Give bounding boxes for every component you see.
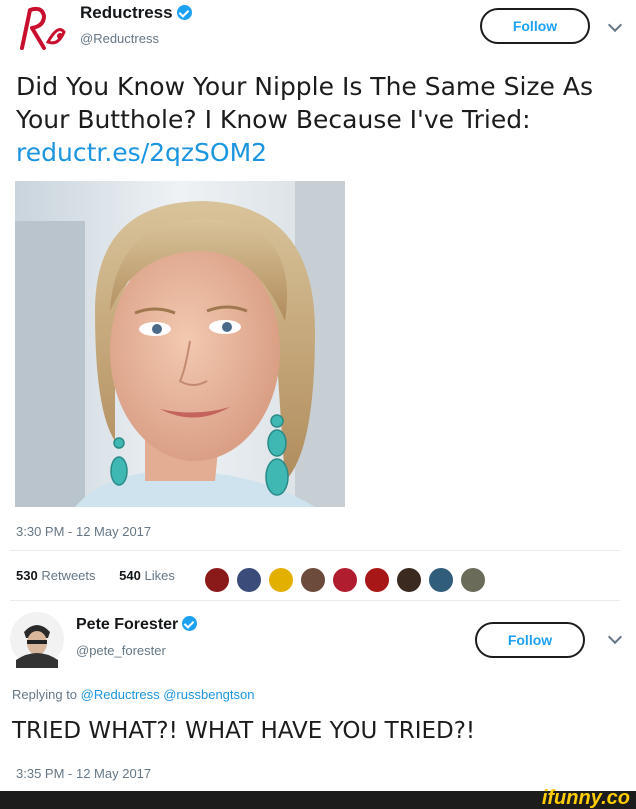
likes-label: Likes <box>144 568 175 583</box>
liker-avatar-icon[interactable] <box>299 566 327 594</box>
liker-avatars <box>203 566 491 594</box>
reply-author-handle[interactable]: @pete_forester <box>76 643 166 658</box>
likes-count: 540 <box>119 568 141 583</box>
author-handle[interactable]: @Reductress <box>80 31 159 46</box>
tweet-photo[interactable] <box>15 181 345 507</box>
reply-timestamp[interactable]: 3:35 PM - 12 May 2017 <box>16 766 151 781</box>
likes-stat[interactable]: 540 Likes <box>119 568 185 583</box>
liker-avatar-icon[interactable] <box>395 566 423 594</box>
divider <box>10 550 620 551</box>
reply-author-name-text[interactable]: Pete Forester <box>76 616 178 633</box>
watermark-bar: ifunny.co <box>0 787 636 809</box>
reply-text: TRIED WHAT?! WHAT HAVE YOU TRIED?! <box>12 718 476 744</box>
follow-button[interactable]: Follow <box>480 8 590 44</box>
liker-avatar-icon[interactable] <box>363 566 391 594</box>
reply-author-name[interactable]: Pete Forester <box>76 616 198 634</box>
tweet-link[interactable]: reductr.es/2qzSOM2 <box>16 138 267 167</box>
liker-avatar-icon[interactable] <box>427 566 455 594</box>
author-name[interactable]: Reductress <box>80 3 192 23</box>
tweet-timestamp[interactable]: 3:30 PM - 12 May 2017 <box>16 524 151 539</box>
author-name-text[interactable]: Reductress <box>80 3 173 22</box>
chevron-down-icon[interactable] <box>607 629 623 645</box>
liker-avatar-icon[interactable] <box>235 566 263 594</box>
divider <box>10 600 620 601</box>
liker-avatar-icon[interactable] <box>331 566 359 594</box>
reply-avatar-icon[interactable] <box>8 610 66 668</box>
reply-follow-button[interactable]: Follow <box>475 622 585 658</box>
replying-to: Replying to @Reductress @russbengtson <box>12 687 254 702</box>
retweets-label: Retweets <box>41 568 96 583</box>
tweet-header: Reductress @Reductress Follow <box>0 0 636 60</box>
portrait-image <box>15 181 345 507</box>
reductress-logo-icon[interactable] <box>14 2 70 54</box>
verified-badge-icon <box>182 616 198 631</box>
replying-prefix: Replying to <box>12 687 78 702</box>
retweets-stat[interactable]: 530 Retweets <box>16 568 106 583</box>
liker-avatar-icon[interactable] <box>267 566 295 594</box>
chevron-down-icon[interactable] <box>607 17 623 33</box>
verified-badge-icon <box>176 5 192 20</box>
tweet-text: Did You Know Your Nipple Is The Same Siz… <box>16 72 594 134</box>
liker-avatar-icon[interactable] <box>203 566 231 594</box>
replying-mentions[interactable]: @Reductress @russbengtson <box>81 687 255 702</box>
tweet-stats: 530 Retweets 540 Likes <box>16 568 195 583</box>
retweets-count: 530 <box>16 568 38 583</box>
liker-avatar-icon[interactable] <box>459 566 487 594</box>
ifunny-watermark: ifunny.co <box>541 787 630 809</box>
